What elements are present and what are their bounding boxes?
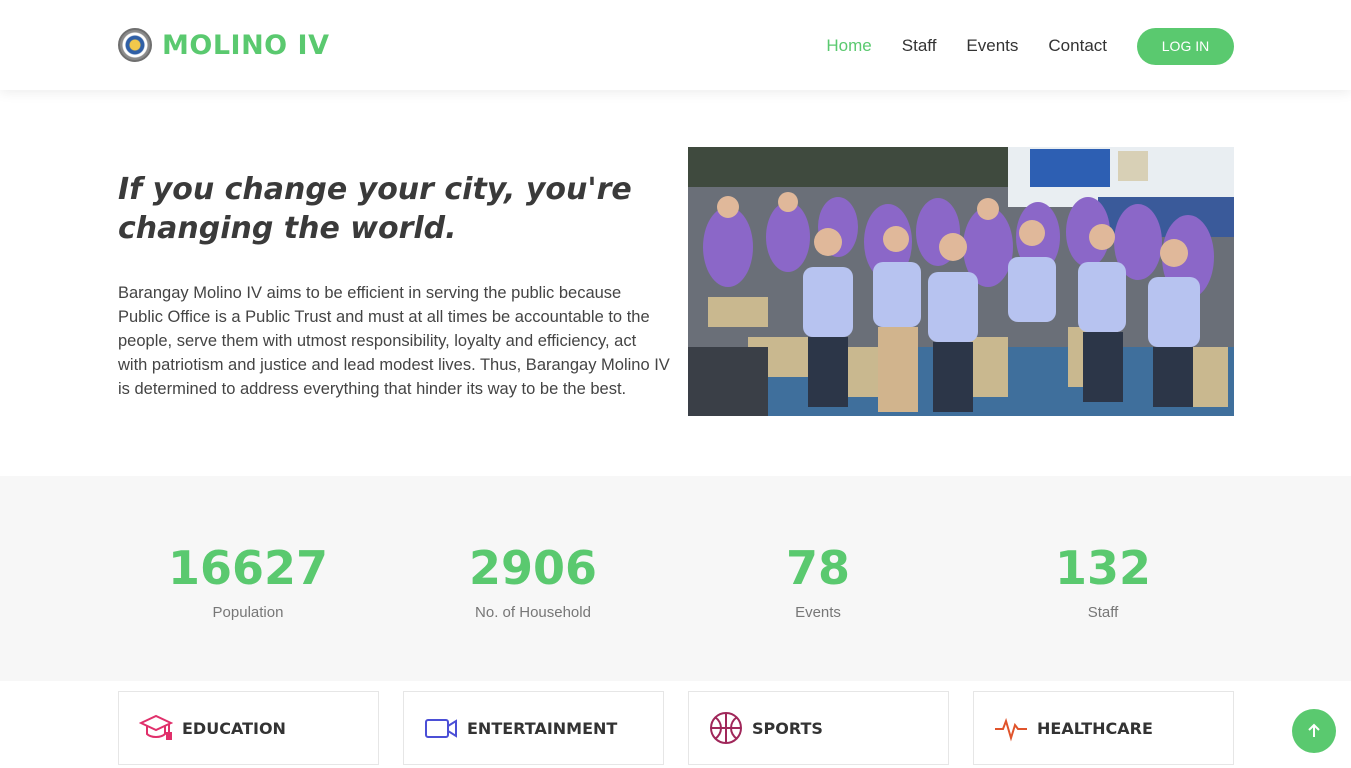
stat-label: Staff [1087,604,1119,621]
stat-label: No. of Household [475,604,591,621]
category-healthcare[interactable]: HEALTHCARE [973,691,1234,765]
stat-value: 16627 [167,541,329,595]
barangay-seal-icon [118,28,152,62]
category-label: EDUCATION [182,718,286,738]
pulse-icon [994,711,1028,745]
category-education[interactable]: EDUCATION [118,691,379,765]
arrow-up-icon [1308,723,1320,737]
graduation-cap-icon [139,711,173,745]
stat-events: 78 Events [678,542,958,621]
category-sports[interactable]: SPORTS [688,691,949,765]
nav-contact[interactable]: Contact [1048,36,1107,56]
basketball-icon [709,711,743,745]
brand-name[interactable]: MOLINO IV [162,30,329,61]
stat-value: 2906 [468,541,598,595]
stat-households: 2906 No. of Household [393,542,673,621]
hero-description: Barangay Molino IV aims to be efficient … [118,284,670,398]
category-label: ENTERTAINMENT [467,718,618,738]
stat-value: 132 [1054,541,1152,595]
site-header: MOLINO IV Home Staff Events Contact LOG … [0,0,1351,90]
nav-home[interactable]: Home [826,36,871,56]
main-nav: Home Staff Events Contact LOG IN [796,27,1234,65]
nav-staff[interactable]: Staff [902,36,937,56]
category-entertainment[interactable]: ENTERTAINMENT [403,691,664,765]
stats-section: 16627 Population 2906 No. of Household 7… [0,476,1351,681]
category-label: SPORTS [752,718,823,738]
stat-label: Population [212,604,284,621]
hero-photo [688,147,1234,416]
nav-events[interactable]: Events [966,36,1018,56]
back-to-top-button[interactable] [1292,709,1336,753]
stat-staff: 132 Staff [963,542,1243,621]
stat-population: 16627 Population [108,542,388,621]
login-button[interactable]: LOG IN [1137,27,1234,65]
logo[interactable]: MOLINO IV [118,27,329,63]
video-camera-icon [424,711,458,745]
stat-label: Events [795,604,841,621]
community-gathering-image [688,147,1234,416]
category-label: HEALTHCARE [1037,718,1153,738]
stat-value: 78 [785,541,850,595]
hero-title: If you change your city, you're changing… [118,172,632,246]
